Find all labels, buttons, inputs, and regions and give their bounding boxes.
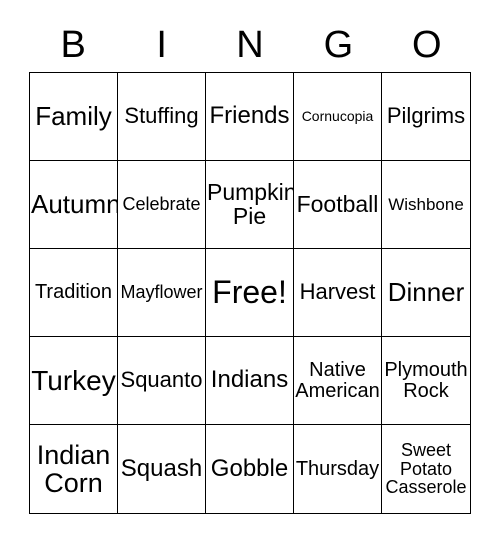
bingo-cell[interactable]: Family: [30, 73, 118, 161]
bingo-header-letter-n: N: [236, 24, 264, 66]
bingo-cell-label: Thursday: [295, 457, 380, 480]
bingo-cell-label: Tradition: [34, 281, 113, 304]
bingo-cell[interactable]: Friends: [206, 73, 294, 161]
bingo-cell-label: Pumpkin Pie: [207, 178, 294, 229]
bingo-cell[interactable]: Football: [294, 161, 382, 249]
bingo-cell-label: Native American: [295, 358, 380, 402]
bingo-cell-label: Plymouth Rock: [384, 358, 468, 402]
bingo-cell[interactable]: Dinner: [382, 249, 470, 337]
bingo-cell-label: Indians: [210, 366, 289, 394]
bingo-cell[interactable]: Sweet Potato Casserole: [382, 425, 470, 513]
bingo-header-letter-b: B: [60, 24, 86, 66]
bingo-cell-label: Squash: [120, 454, 203, 482]
bingo-cell-label: Sweet Potato Casserole: [385, 439, 467, 498]
bingo-header-letter-g: G: [323, 24, 354, 66]
bingo-cell-label: Wishbone: [388, 194, 464, 214]
bingo-cell[interactable]: Harvest: [294, 249, 382, 337]
bingo-cell-label: Dinner: [387, 276, 465, 307]
bingo-cell[interactable]: Pumpkin Pie: [206, 161, 294, 249]
bingo-cell[interactable]: Stuffing: [118, 73, 206, 161]
bingo-cell[interactable]: Gobble: [206, 425, 294, 513]
bingo-grid: Family Stuffing Friends Cornucopia Pilgrims A…: [29, 72, 471, 514]
bingo-cell[interactable]: Native American: [294, 337, 382, 425]
bingo-card: B I N G O Family Stuffing Friends Cornucopi…: [0, 0, 500, 544]
bingo-cell-label: Indian Corn: [36, 439, 111, 498]
bingo-cell-label: Free!: [212, 273, 287, 310]
bingo-header: B I N G O: [29, 18, 471, 72]
bingo-cell[interactable]: Turkey: [30, 337, 118, 425]
bingo-cell[interactable]: Mayflower: [118, 249, 206, 337]
bingo-cell[interactable]: Squanto: [118, 337, 206, 425]
bingo-cell-label: Cornucopia: [301, 108, 374, 125]
bingo-cell[interactable]: Plymouth Rock: [382, 337, 470, 425]
bingo-cell-label: Celebrate: [122, 194, 201, 215]
bingo-cell-label: Mayflower: [120, 282, 203, 303]
bingo-cell[interactable]: Thursday: [294, 425, 382, 513]
bingo-cell-label: Family: [35, 100, 112, 131]
bingo-cell[interactable]: Squash: [118, 425, 206, 513]
bingo-cell-free[interactable]: Free!: [206, 249, 294, 337]
bingo-cell[interactable]: Indians: [206, 337, 294, 425]
bingo-cell-label: Turkey: [31, 364, 116, 396]
bingo-cell[interactable]: Cornucopia: [294, 73, 382, 161]
bingo-cell-label: Autumn: [31, 188, 118, 219]
bingo-cell[interactable]: Celebrate: [118, 161, 206, 249]
bingo-cell[interactable]: Indian Corn: [30, 425, 118, 513]
bingo-header-letter-o: O: [412, 24, 442, 66]
bingo-cell-label: Harvest: [299, 279, 376, 305]
bingo-cell-label: Stuffing: [124, 103, 199, 129]
bingo-cell[interactable]: Pilgrims: [382, 73, 470, 161]
bingo-cell[interactable]: Tradition: [30, 249, 118, 337]
bingo-cell-label: Football: [296, 190, 379, 217]
bingo-cell-label: Squanto: [120, 367, 203, 393]
bingo-cell[interactable]: Autumn: [30, 161, 118, 249]
bingo-cell-label: Friends: [209, 102, 290, 130]
bingo-cell[interactable]: Wishbone: [382, 161, 470, 249]
bingo-cell-label: Gobble: [210, 454, 289, 482]
bingo-header-letter-i: I: [156, 24, 167, 66]
bingo-cell-label: Pilgrims: [386, 103, 466, 129]
